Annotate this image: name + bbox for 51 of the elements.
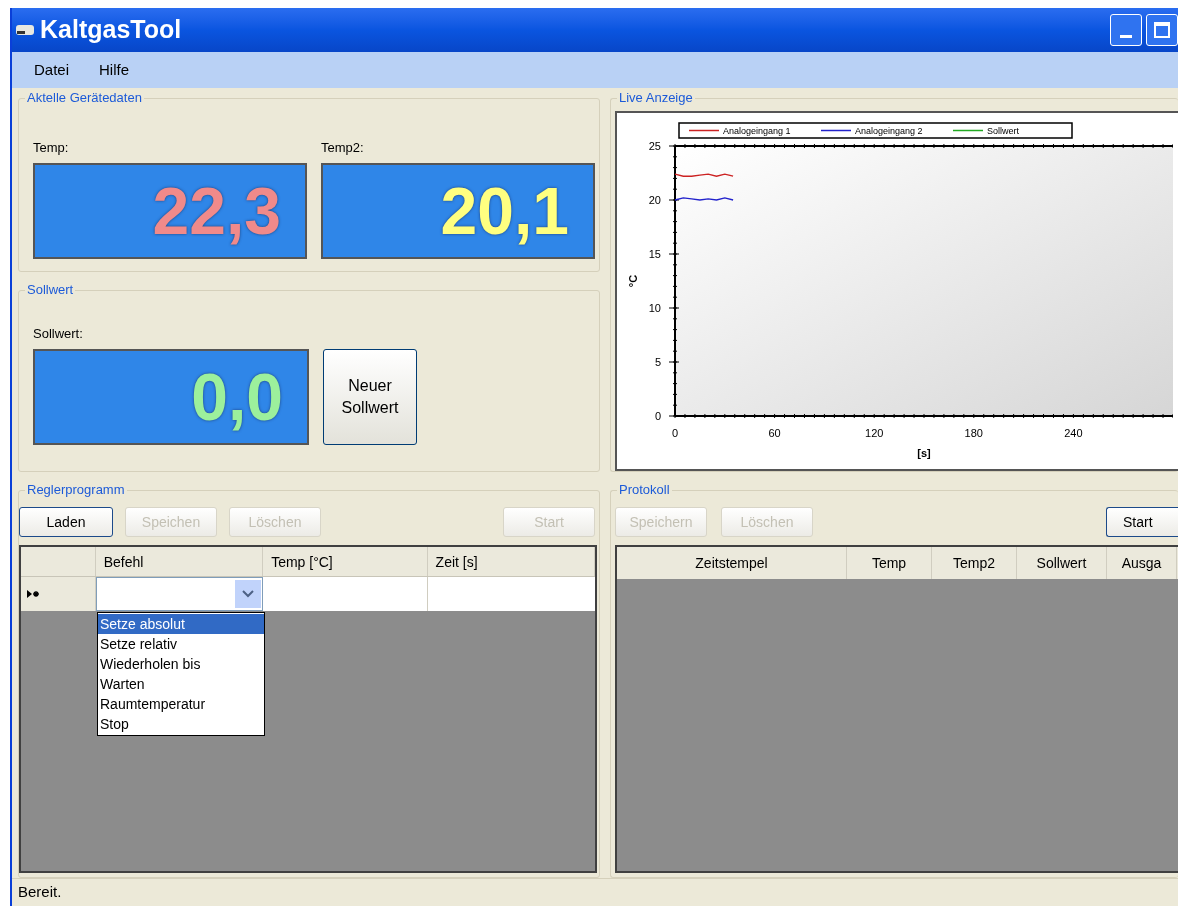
- minimize-button[interactable]: [1110, 14, 1142, 46]
- window-title: KaltgasTool: [40, 14, 182, 46]
- button[interactable]: Start: [1106, 507, 1178, 537]
- column-header[interactable]: Zeitstempel: [617, 547, 847, 579]
- column-header[interactable]: Befehl: [95, 547, 264, 576]
- command-combobox[interactable]: [95, 577, 264, 611]
- dropdown-option[interactable]: Setze relativ: [98, 634, 264, 654]
- column-header[interactable]: Ausga: [1107, 547, 1177, 579]
- button[interactable]: Laden: [19, 507, 113, 537]
- y-tick-label: 15: [648, 248, 661, 260]
- x-tick-label: 180: [964, 427, 983, 439]
- legend-label: Analogeingang 1: [723, 126, 791, 136]
- column-header[interactable]: Sollwert: [1017, 547, 1107, 579]
- dropdown-option[interactable]: Warten: [98, 674, 264, 694]
- menu-item[interactable]: Hilfe: [99, 58, 130, 82]
- legend-label: Analogeingang 2: [855, 126, 923, 136]
- display-label: Temp:: [33, 139, 70, 157]
- new-row-icon: [27, 590, 41, 598]
- column-header[interactable]: Temp [°C]: [263, 547, 428, 576]
- display-value: 20,1: [440, 178, 569, 244]
- dropdown-option[interactable]: Raumtemperatur: [98, 694, 264, 714]
- y-tick-label: 5: [654, 356, 661, 368]
- column-header[interactable]: Temp2: [932, 547, 1017, 579]
- new-setpoint-button[interactable]: Neuer Sollwert: [323, 349, 417, 445]
- y-tick-label: 20: [648, 194, 661, 206]
- x-tick-label: 240: [1064, 427, 1083, 439]
- maximize-button[interactable]: [1146, 14, 1178, 46]
- column-header[interactable]: Temp: [847, 547, 932, 579]
- x-axis-label: [s]: [917, 447, 931, 459]
- group-title: Live Anzeige: [617, 90, 695, 106]
- x-tick-label: 60: [768, 427, 781, 439]
- chevron-down-icon: [242, 590, 255, 598]
- dropdown-option[interactable]: Wiederholen bis: [98, 654, 264, 674]
- dropdown-option[interactable]: Stop: [98, 714, 264, 734]
- display-label: Temp2:: [321, 139, 365, 157]
- menu-item[interactable]: Datei: [34, 58, 70, 82]
- x-tick-label: 0: [671, 427, 679, 439]
- app-icon: [16, 25, 34, 35]
- status-text: Bereit.: [18, 882, 62, 903]
- legend-label: Sollwert: [987, 126, 1019, 136]
- x-tick-label: 120: [865, 427, 884, 439]
- display-label: Sollwert:: [33, 325, 84, 343]
- y-axis-label: °C: [627, 274, 639, 288]
- dropdown-option[interactable]: Setze absolut: [98, 614, 264, 634]
- y-tick-label: 25: [648, 140, 661, 152]
- display-value: 0,0: [191, 364, 283, 430]
- display-value: 22,3: [152, 178, 281, 244]
- y-tick-label: 0: [654, 410, 661, 422]
- group-title: Reglerprogramm: [25, 482, 127, 498]
- column-header[interactable]: Zeit [s]: [427, 547, 595, 576]
- y-tick-label: 10: [648, 302, 661, 314]
